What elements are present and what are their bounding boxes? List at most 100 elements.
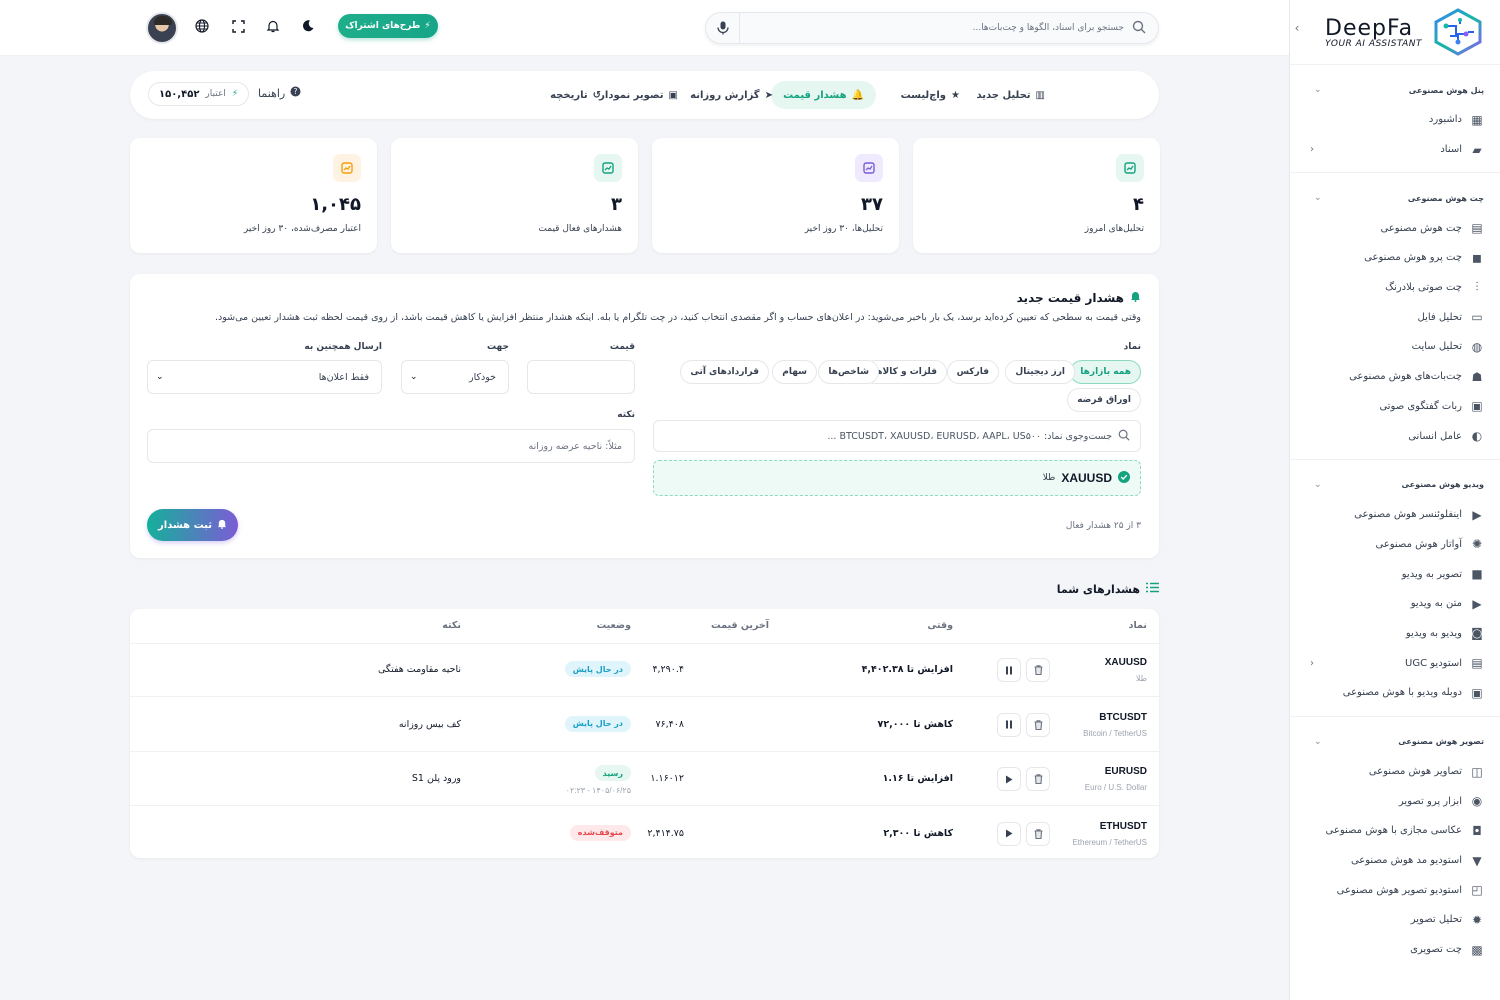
sidebar-collapse-icon[interactable]: › [1290,20,1304,36]
trading-tabs-bar: ▥ تحلیل جدید ★ واچ‌لیست 🔔 هشدار قیمت ➤ گزارش رو… [130,71,1159,119]
brand-logo[interactable]: DeepFa YOUR AI ASSISTANT [1290,0,1500,64]
alert-last-price: ۲,۴۱۴.۷۵ [647,827,684,839]
delete-button[interactable] [1026,767,1050,791]
user-avatar[interactable] [146,12,178,44]
market-filter-chip[interactable]: شاخص‌ها [818,360,879,384]
sidebar-item[interactable]: ◘ عکاسی مجازی با هوش مصنوعی [1290,816,1500,846]
delete-button[interactable] [1026,712,1050,737]
trash-icon [1034,665,1042,675]
fullscreen-icon[interactable] [230,18,246,34]
market-filter-chip[interactable]: ارز دیجیتال [1005,360,1075,384]
sidebar-item[interactable]: ☗ چت‌بات‌های هوش مصنوعی [1290,362,1500,392]
sidebar-item-label: تحلیل تصویر [1410,914,1462,926]
sidebar-item[interactable]: ▦ داشبورد [1290,105,1500,135]
sidebar-item[interactable]: ▼ استودیو مد هوش مصنوعی [1290,846,1500,876]
alert-note: ورود پلن S1 [411,773,461,784]
sidebar-item[interactable]: ▣ دوبله ویدیو با هوش مصنوعی [1290,678,1500,708]
sidebar-item[interactable]: ◼ چت پرو هوش مصنوعی [1290,243,1500,273]
sidebar-item[interactable]: ◍ تحلیل سایت [1290,332,1500,362]
sidebar-item[interactable]: ▤ استودیو UGC ‹ [1290,648,1500,678]
camera-icon: ◘ [1472,823,1482,838]
chevron-down-icon: ⌄ [410,372,418,382]
sidebar-item[interactable]: ◫ تصاویر هوش مصنوعی [1290,757,1500,787]
sidebar-section-title: پنل هوش مصنوعی [1408,85,1484,95]
market-filter-chip[interactable]: همه بازارها [1070,360,1141,384]
sidebar-section-header[interactable]: چت هوش مصنوعی ⌄ [1290,181,1500,213]
note-input[interactable]: مثلاً: ناحیه عرضه روزانه [147,429,635,463]
credit-badge[interactable]: ⚡ اعتبار ۱۵۰,۴۵۲ [148,82,250,106]
symbol-search-input[interactable]: جست‌وجوی نماد: BTCUSDT، XAUUSD، EURUSD، … [653,420,1141,452]
submit-alert-label: ثبت هشدار [158,519,212,531]
sidebar-item-label: اینفلوئنسر هوش مصنوعی [1354,509,1462,521]
brand-tagline: YOUR AI ASSISTANT [1325,38,1422,49]
notification-bell-icon[interactable] [265,18,281,34]
resume-button[interactable] [997,821,1021,846]
tab-bell[interactable]: 🔔 هشدار قیمت [771,81,876,109]
price-input[interactable] [527,360,635,394]
alert-note: ناحیه مقاومت هفتگی [377,664,461,675]
direction-select[interactable]: خودکار ⌄ [401,360,509,394]
pause-button[interactable] [997,658,1021,682]
send-to-label: ارسال همچنین به [304,342,382,352]
your-alerts-title: هشدارهای شما [1056,582,1140,596]
sidebar-item-label: چت تصویری [1410,944,1462,956]
palette-icon: ◉ [1471,794,1483,809]
tab-star[interactable]: ★ واچ‌لیست [889,81,972,109]
tab-history[interactable]: ↺ تاریخچه [538,81,613,109]
stat-value: ۱,۰۴۵ [310,194,361,215]
market-filter-chip[interactable]: اوراق قرضه [1067,388,1141,412]
status-badge: در حال پایش [564,715,631,732]
sidebar-item[interactable]: ◉ ابزار پرو تصویر [1290,786,1500,816]
sidebar-item[interactable]: ▩ چت تصویری [1290,935,1500,965]
help-link[interactable]: ? راهنما [258,86,301,100]
selected-symbol[interactable]: XAUUSD طلا [653,460,1141,496]
status-badge: متوقف‌شده [569,824,631,841]
market-filter-chip[interactable]: قراردادهای آتی [680,360,769,384]
sidebar-item[interactable]: ■ تصویر به ویدیو [1290,559,1500,589]
sidebar-item[interactable]: ▣ ربات گفتگوی صوتی [1290,392,1500,422]
note-label: نکته [617,410,635,420]
sidebar-item[interactable]: ▶ متن به ویدیو [1290,589,1500,619]
resume-button[interactable] [997,767,1021,791]
sidebar-section: چت هوش مصنوعی ⌄ ▤ چت هوش مصنوعی ◼ چت پرو هوش … [1290,172,1500,459]
sidebar-item-label: تصاویر هوش مصنوعی [1368,766,1462,778]
video-text-icon: ▶ [1472,596,1482,611]
submit-alert-button[interactable]: ثبت هشدار [147,509,238,541]
pause-button[interactable] [997,712,1021,737]
sidebar-section-header[interactable]: پنل هوش مصنوعی ⌄ [1290,73,1500,105]
global-search-input[interactable]: جستجو برای اسناد، الگوها و چت‌بات‌ها... [705,12,1159,44]
send-to-select[interactable]: فقط اعلان‌ها ⌄ [147,360,382,394]
tab-chart[interactable]: ▥ تحلیل جدید [964,81,1057,109]
dark-mode-moon-icon[interactable] [300,18,316,34]
sidebar-item[interactable]: ▶ اینفلوئنسر هوش مصنوعی [1290,500,1500,530]
sidebar-section-header[interactable]: تصویر هوش مصنوعی ⌄ [1290,725,1500,757]
market-filter-chip[interactable]: سهام [772,360,817,384]
headset-icon: ◐ [1471,429,1483,444]
sidebar-item-label: دوبله ویدیو با هوش مصنوعی [1342,687,1462,699]
form-title-text: هشدار قیمت جدید [1016,290,1124,305]
sidebar-item[interactable]: ✺ آواتار هوش مصنوعی [1290,530,1500,560]
market-filter-chip[interactable]: فارکس [946,360,999,384]
sidebar-item[interactable]: ◐ عامل انسانی [1290,421,1500,451]
sidebar-section-title: ویدیو هوش مصنوعی [1401,480,1484,490]
sidebar-item[interactable]: ▤ چت هوش مصنوعی [1290,213,1500,243]
subscription-plans-button[interactable]: ⚡ طرح‌های اشتراک [338,14,438,38]
sidebar-section-header[interactable]: ویدیو هوش مصنوعی ⌄ [1290,468,1500,500]
sidebar-item-label: تصویر به ویدیو [1401,568,1462,580]
sidebar-item[interactable]: ◰ استودیو تصویر هوش مصنوعی [1290,875,1500,905]
language-globe-icon[interactable] [194,18,210,34]
sidebar-item[interactable]: ◙ ویدیو به ویدیو [1290,619,1500,649]
tab-label: تاریخچه [550,89,588,101]
tab-send[interactable]: ➤ گزارش روزانه [678,81,785,109]
pause-icon [1006,666,1012,674]
sidebar-item[interactable]: ▭ تحلیل فایل [1290,302,1500,332]
delete-button[interactable] [1026,658,1050,682]
sidebar-item[interactable]: ⫶ چت صوتی بلادرنگ [1290,273,1500,303]
microphone-icon[interactable] [706,13,740,43]
image-scan-icon: ◫ [1471,764,1483,779]
sidebar-item[interactable]: ▰ اسناد ‹ [1290,135,1500,165]
delete-button[interactable] [1026,821,1050,846]
sidebar-item[interactable]: ✹ تحلیل تصویر [1290,905,1500,935]
symbol-search-placeholder: جست‌وجوی نماد: BTCUSDT، XAUUSD، EURUSD، … [827,430,1112,442]
price-label: قیمت [609,342,635,352]
